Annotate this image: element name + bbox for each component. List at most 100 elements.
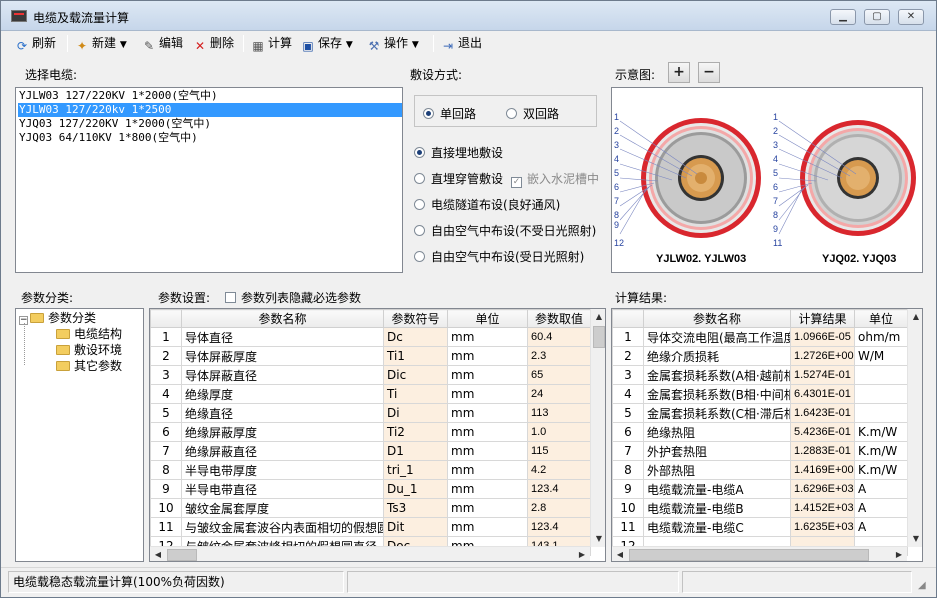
results-header-name[interactable]: 参数名称 — [643, 309, 791, 328]
scroll-left-icon[interactable]: ◀ — [612, 547, 628, 561]
params-row[interactable]: 3 导体屏蔽直径 Dic mm 65 — [150, 365, 591, 385]
calculate-button[interactable]: ▦ 计算 — [251, 34, 292, 54]
results-row-cell-unit[interactable] — [854, 384, 908, 404]
params-row-cell-name[interactable]: 皱纹金属套厚度 — [181, 498, 384, 518]
results-row-cell-val[interactable]: 5.4236E-01 — [790, 422, 855, 442]
results-row[interactable]: 11 电缆载流量-电缆C 1.6235E+03 A — [612, 517, 908, 537]
params-row[interactable]: 4 绝缘厚度 Ti mm 24 — [150, 384, 591, 404]
results-row-cell-name[interactable]: 外部热阻 — [643, 460, 791, 480]
scroll-down-icon[interactable]: ▼ — [908, 531, 922, 547]
results-row[interactable]: 8 外部热阻 1.4169E+00 K.m/W — [612, 460, 908, 480]
hide-required-checkbox[interactable]: 参数列表隐藏必选参数 — [225, 289, 361, 306]
params-row[interactable]: 9 半导电带直径 Du_1 mm 123.4 — [150, 479, 591, 499]
results-row[interactable]: 2 绝缘介质损耗 1.2726E+00 W/M — [612, 346, 908, 366]
params-row-cell-name[interactable]: 导体屏蔽直径 — [181, 365, 384, 385]
params-row-cell-name[interactable]: 半导电带直径 — [181, 479, 384, 499]
results-row-cell-unit[interactable]: W/M — [854, 346, 908, 366]
params-row-cell-name[interactable]: 绝缘厚度 — [181, 384, 384, 404]
minimize-button[interactable]: ▁ — [830, 9, 856, 25]
results-row-cell-name[interactable]: 绝缘介质损耗 — [643, 346, 791, 366]
params-header-unit[interactable]: 单位 — [447, 309, 528, 328]
params-row[interactable]: 7 绝缘屏蔽直径 D1 mm 115 — [150, 441, 591, 461]
category-tree[interactable]: − 参数分类 电缆结构 敷设环境 其它参数 — [15, 308, 144, 562]
results-row-cell-val[interactable]: 1.6235E+03 — [790, 517, 855, 537]
maximize-button[interactable]: ▢ — [864, 9, 890, 25]
params-row-cell-val[interactable]: 4.2 — [527, 460, 591, 480]
params-row-cell-val[interactable]: 1.0 — [527, 422, 591, 442]
params-row-cell-unit[interactable]: mm — [447, 365, 528, 385]
params-row-cell-sym[interactable]: Dic — [383, 365, 448, 385]
params-row-cell-val[interactable]: 65 — [527, 365, 591, 385]
save-button[interactable]: ▣ 保存 ▼ — [301, 34, 352, 54]
tree-item-other-params[interactable]: 其它参数 — [56, 359, 122, 374]
scroll-thumb[interactable] — [629, 549, 869, 561]
results-row-cell-val[interactable]: 1.0966E-05 — [790, 327, 855, 347]
params-row-cell-val[interactable]: 2.8 — [527, 498, 591, 518]
params-row-cell-sym[interactable]: Ti1 — [383, 346, 448, 366]
radio-laying-tunnel[interactable]: 电缆隧道布设(良好通风) — [414, 196, 560, 213]
params-row[interactable]: 10 皱纹金属套厚度 Ts3 mm 2.8 — [150, 498, 591, 518]
results-vertical-scrollbar[interactable]: ▲ ▼ — [907, 309, 922, 547]
params-row-cell-val[interactable]: 123.4 — [527, 479, 591, 499]
params-row-cell-unit[interactable]: mm — [447, 346, 528, 366]
tree-item-cable-structure[interactable]: 电缆结构 — [56, 327, 122, 342]
results-header-unit[interactable]: 单位 — [854, 309, 908, 328]
params-row-cell-sym[interactable]: Du_1 — [383, 479, 448, 499]
radio-single-circuit[interactable]: 单回路 — [423, 105, 476, 122]
params-row-cell-unit[interactable]: mm — [447, 403, 528, 423]
params-row[interactable]: 2 导体屏蔽厚度 Ti1 mm 2.3 — [150, 346, 591, 366]
tree-root[interactable]: − 参数分类 — [19, 311, 96, 326]
params-row-cell-unit[interactable]: mm — [447, 479, 528, 499]
results-row[interactable]: 6 绝缘热阻 5.4236E-01 K.m/W — [612, 422, 908, 442]
radio-laying-direct-burial[interactable]: 直接埋地敷设 — [414, 144, 503, 161]
tree-item-laying-environment[interactable]: 敷设环境 — [56, 343, 122, 358]
params-row-cell-val[interactable]: 2.3 — [527, 346, 591, 366]
results-row-cell-unit[interactable] — [854, 403, 908, 423]
params-row-cell-unit[interactable]: mm — [447, 384, 528, 404]
params-row-cell-sym[interactable]: D1 — [383, 441, 448, 461]
results-row-cell-val[interactable]: 1.2726E+00 — [790, 346, 855, 366]
results-row[interactable]: 3 金属套损耗系数(A相·越前相) 1.5274E-01 — [612, 365, 908, 385]
cable-list-item[interactable]: YJLW03 127/220KV 1*2000(空气中) — [18, 89, 402, 103]
radio-double-circuit[interactable]: 双回路 — [506, 105, 559, 122]
params-row-cell-val[interactable]: 113 — [527, 403, 591, 423]
params-row-cell-name[interactable]: 导体屏蔽厚度 — [181, 346, 384, 366]
cable-list-item-selected[interactable]: YJLW03 127/220kv 1*2500 — [18, 103, 402, 117]
radio-laying-free-air-sun[interactable]: 自由空气中布设(受日光照射) — [414, 248, 584, 265]
params-row-cell-name[interactable]: 绝缘屏蔽直径 — [181, 441, 384, 461]
results-row-cell-name[interactable]: 导体交流电阻(最高工作温度) — [643, 327, 791, 347]
params-row-cell-unit[interactable]: mm — [447, 498, 528, 518]
params-row[interactable]: 11 与皱纹金属套波谷内表面相切的假想圆 Dit mm 123.4 — [150, 517, 591, 537]
params-row[interactable]: 8 半导电带厚度 tri_1 mm 4.2 — [150, 460, 591, 480]
results-row-cell-unit[interactable] — [854, 365, 908, 385]
radio-laying-duct[interactable]: 直埋穿管敷设 — [414, 170, 503, 187]
results-row-cell-name[interactable]: 金属套损耗系数(B相·中间相) — [643, 384, 791, 404]
params-row-cell-val[interactable]: 123.4 — [527, 517, 591, 537]
scroll-up-icon[interactable]: ▲ — [908, 309, 922, 325]
scroll-up-icon[interactable]: ▲ — [591, 309, 605, 325]
params-vertical-scrollbar[interactable]: ▲ ▼ — [590, 309, 605, 547]
results-row-cell-val[interactable]: 1.4152E+03 — [790, 498, 855, 518]
exit-button[interactable]: ⇥ 退出 — [441, 34, 482, 54]
params-row-cell-name[interactable]: 绝缘直径 — [181, 403, 384, 423]
params-header-name[interactable]: 参数名称 — [181, 309, 384, 328]
zoom-out-button[interactable]: − — [698, 62, 720, 83]
results-row-cell-name[interactable]: 绝缘热阻 — [643, 422, 791, 442]
params-row-cell-name[interactable]: 导体直径 — [181, 327, 384, 347]
params-row-cell-sym[interactable]: Ts3 — [383, 498, 448, 518]
results-row-cell-unit[interactable]: A — [854, 517, 908, 537]
results-row-cell-val[interactable]: 1.2883E-01 — [790, 441, 855, 461]
params-horizontal-scrollbar[interactable]: ◀ ▶ — [150, 546, 590, 561]
results-row-cell-unit[interactable]: A — [854, 479, 908, 499]
results-row-cell-unit[interactable]: K.m/W — [854, 422, 908, 442]
results-row[interactable]: 7 外护套热阻 1.2883E-01 K.m/W — [612, 441, 908, 461]
params-row-cell-val[interactable]: 60.4 — [527, 327, 591, 347]
params-row-cell-sym[interactable]: Ti2 — [383, 422, 448, 442]
params-row-cell-sym[interactable]: Ti — [383, 384, 448, 404]
results-row[interactable]: 4 金属套损耗系数(B相·中间相) 6.4301E-01 — [612, 384, 908, 404]
zoom-in-button[interactable]: + — [668, 62, 690, 83]
results-horizontal-scrollbar[interactable]: ◀ ▶ — [612, 546, 907, 561]
results-header-result[interactable]: 计算结果 — [790, 309, 855, 328]
radio-laying-free-air-shaded[interactable]: 自由空气中布设(不受日光照射) — [414, 222, 596, 239]
results-row-cell-name[interactable]: 电缆载流量-电缆C — [643, 517, 791, 537]
